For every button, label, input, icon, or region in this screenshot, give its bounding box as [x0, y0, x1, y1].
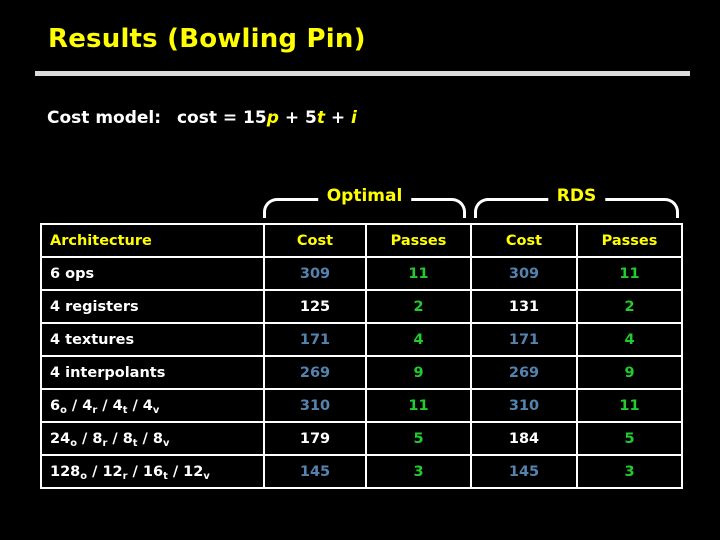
cell-optimal-cost-highlighted: 125: [265, 291, 365, 322]
table-row: 4 textures 171 4 171 4: [42, 324, 681, 355]
cost-model-variable-t: t: [316, 108, 325, 128]
table-row: 4 interpolants 269 9 269 9: [42, 357, 681, 388]
cell-architecture: 4 textures: [42, 324, 263, 355]
cell-architecture: 24o / 8r / 8t / 8v: [42, 423, 263, 454]
cell-rds-passes: 11: [578, 390, 681, 421]
cell-architecture: 4 interpolants: [42, 357, 263, 388]
cost-model-term-2: + 5: [284, 108, 317, 128]
cell-rds-passes: 11: [578, 258, 681, 289]
column-header-rds-passes: Passes: [578, 225, 681, 256]
table-row: 4 registers 125 2 131 2: [42, 291, 681, 322]
cell-rds-passes: 4: [578, 324, 681, 355]
cell-optimal-passes: 3: [367, 456, 470, 487]
column-header-rds-cost: Cost: [472, 225, 576, 256]
cell-rds-cost: 310: [472, 390, 576, 421]
group-bracket-optimal: Optimal: [263, 186, 466, 218]
cost-model-formula: Cost model: cost = 15p + 5t + i: [47, 108, 357, 128]
cell-rds-passes: 5: [578, 423, 681, 454]
cell-rds-cost: 269: [472, 357, 576, 388]
cell-optimal-cost: 269: [265, 357, 365, 388]
cell-optimal-passes: 9: [367, 357, 470, 388]
cell-optimal-cost: 145: [265, 456, 365, 487]
cell-architecture: 6o / 4r / 4t / 4v: [42, 390, 263, 421]
table-body: 6 ops 309 11 309 11 4 registers 125 2 131 2 4 text…: [42, 258, 681, 487]
group-bracket-rds: RDS: [474, 186, 679, 218]
cell-rds-cost: 171: [472, 324, 576, 355]
column-header-architecture: Architecture: [42, 225, 263, 256]
cell-optimal-passes: 5: [367, 423, 470, 454]
cost-model-variable-i: i: [351, 108, 357, 128]
group-label-rds: RDS: [547, 186, 606, 206]
cost-model-expression-prefix: cost = 15: [176, 108, 267, 128]
cell-rds-cost-highlighted: 184: [472, 423, 576, 454]
cell-rds-passes: 3: [578, 456, 681, 487]
column-header-optimal-passes: Passes: [367, 225, 470, 256]
cell-rds-passes: 9: [578, 357, 681, 388]
column-header-optimal-cost: Cost: [265, 225, 365, 256]
title-divider: [35, 71, 690, 76]
table-row: 6 ops 309 11 309 11: [42, 258, 681, 289]
cell-rds-passes: 2: [578, 291, 681, 322]
cell-architecture: 4 registers: [42, 291, 263, 322]
results-table: Architecture Cost Passes Cost Passes 6 o…: [40, 223, 683, 489]
cell-optimal-cost: 171: [265, 324, 365, 355]
table-header-row: Architecture Cost Passes Cost Passes: [42, 225, 681, 256]
cell-optimal-cost-highlighted: 179: [265, 423, 365, 454]
cell-optimal-passes: 11: [367, 258, 470, 289]
cell-architecture: 6 ops: [42, 258, 263, 289]
cell-rds-cost-highlighted: 131: [472, 291, 576, 322]
cost-model-plus-2: +: [330, 108, 346, 128]
cell-architecture: 128o / 12r / 16t / 12v: [42, 456, 263, 487]
table-row: 128o / 12r / 16t / 12v 145 3 145 3: [42, 456, 681, 487]
cell-optimal-cost: 309: [265, 258, 365, 289]
cost-model-variable-p: p: [266, 108, 279, 128]
cell-rds-cost: 145: [472, 456, 576, 487]
page-title: Results (Bowling Pin): [48, 24, 366, 54]
cell-optimal-passes: 2: [367, 291, 470, 322]
group-label-optimal: Optimal: [317, 186, 412, 206]
cost-model-label: Cost model:: [47, 108, 162, 128]
table-row: 24o / 8r / 8t / 8v 179 5 184 5: [42, 423, 681, 454]
cell-rds-cost: 309: [472, 258, 576, 289]
cell-optimal-cost: 310: [265, 390, 365, 421]
cell-optimal-passes: 4: [367, 324, 470, 355]
table-row: 6o / 4r / 4t / 4v 310 11 310 11: [42, 390, 681, 421]
cell-optimal-passes: 11: [367, 390, 470, 421]
